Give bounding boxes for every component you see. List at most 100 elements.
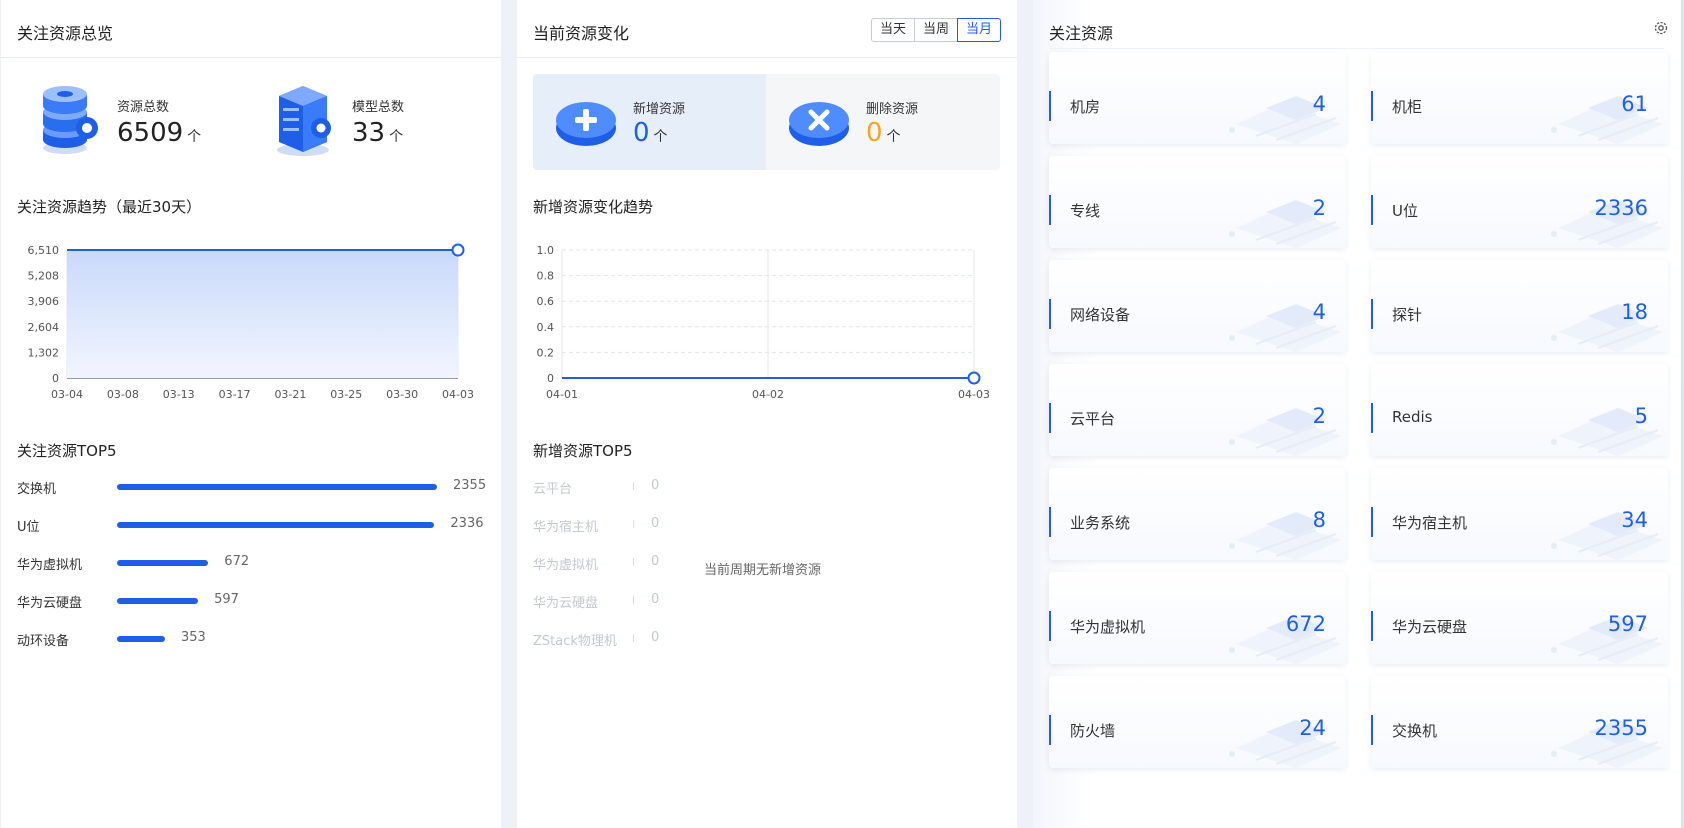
card-value: 4 — [1312, 92, 1326, 116]
focus-resource-card[interactable]: 业务系统 8 — [1049, 468, 1346, 560]
top5-row: U位 2336 — [17, 514, 487, 535]
top5-bar — [117, 636, 165, 642]
top5-value: 597 — [214, 592, 239, 607]
card-value: 5 — [1634, 404, 1648, 428]
decoration-graphic — [1229, 200, 1341, 248]
empty-top5-value: 0 — [651, 516, 660, 531]
trend-title: 关注资源趋势（最近30天） — [17, 198, 202, 216]
total-resources-value: 6509 个 — [117, 118, 202, 148]
gear-icon[interactable] — [1653, 20, 1669, 36]
empty-top5-row: ZStack物理机 0 — [533, 628, 683, 649]
divider — [1, 57, 501, 58]
empty-top5-value: 0 — [651, 554, 660, 569]
resource-trend-chart: 0 1,302 2,604 3,906 5,208 6,510 03-04 03-08 03-1… — [28, 243, 474, 401]
accent-bar — [1371, 715, 1373, 745]
top5-row: 华为云硬盘 597 — [17, 590, 487, 611]
accent-bar — [1049, 611, 1051, 641]
decoration-graphic — [1229, 512, 1341, 560]
focus-resources-panel: 关注资源 机房 4 机柜 61 专线 2 U位 2336 网络设备 4 探针 18 云平台 2 Redis 5… — [1033, 0, 1684, 828]
focus-resource-card[interactable]: 机柜 61 — [1371, 52, 1668, 144]
y-tick-label: 0 — [547, 372, 554, 385]
empty-top5-tick — [633, 634, 634, 642]
focus-resource-card[interactable]: 华为虚拟机 672 — [1049, 572, 1346, 664]
card-label: U位 — [1392, 202, 1418, 220]
top5-value: 672 — [224, 554, 250, 569]
period-day-button[interactable]: 当天 — [871, 18, 915, 42]
empty-top5-tick — [633, 482, 634, 490]
card-value: 24 — [1299, 716, 1326, 740]
empty-top5-name: 华为虚拟机 — [533, 558, 599, 573]
y-tick-label: 0.4 — [537, 321, 555, 334]
top5-bar — [117, 560, 209, 566]
focus-resource-card[interactable]: 交换机 2355 — [1371, 676, 1668, 768]
focus-resource-card[interactable]: U位 2336 — [1371, 156, 1668, 248]
focus-resource-card[interactable]: 华为云硬盘 597 — [1371, 572, 1668, 664]
total-models-label: 模型总数 — [352, 100, 405, 115]
focus-resource-card[interactable]: 华为宿主机 34 — [1371, 468, 1668, 560]
empty-top5-row: 华为宿主机 0 — [533, 514, 683, 535]
focus-resource-card[interactable]: 机房 4 — [1049, 52, 1346, 144]
plus-icon — [556, 102, 616, 146]
empty-top5-name: 华为云硬盘 — [533, 596, 599, 611]
resource-overview-panel: 关注资源总览 资源总数 6509 个 模型总数 33 个 关注资源趋势（最近30天） — [1, 0, 501, 828]
divider — [1049, 48, 1664, 49]
empty-top5-row: 云平台 0 — [533, 476, 683, 497]
x-tick-label: 03-25 — [330, 388, 362, 401]
accent-bar — [1371, 403, 1373, 433]
x-tick-label: 03-30 — [386, 388, 418, 401]
focus-resource-card[interactable]: Redis 5 — [1371, 364, 1668, 456]
deleted-value: 0个 — [866, 118, 901, 148]
total-resources-label: 资源总数 — [117, 100, 170, 115]
y-tick-label: 0.8 — [537, 270, 555, 283]
y-tick-label: 1.0 — [537, 244, 555, 257]
focus-resource-card[interactable]: 云平台 2 — [1049, 364, 1346, 456]
top5-value: 2336 — [450, 516, 484, 531]
decoration-graphic — [1229, 304, 1341, 352]
empty-top5-tick — [633, 520, 634, 528]
accent-bar — [1371, 91, 1373, 121]
deleted-label: 删除资源 — [866, 102, 919, 117]
added-top5-title: 新增资源TOP5 — [533, 442, 633, 460]
x-tick-label: 03-17 — [219, 388, 251, 401]
empty-top5-name: 云平台 — [533, 482, 573, 497]
decoration-graphic — [1551, 304, 1663, 352]
card-label: 防火墙 — [1070, 722, 1116, 740]
accent-bar — [1049, 195, 1051, 225]
divider — [517, 57, 1017, 58]
y-tick-label: 3,906 — [28, 295, 60, 308]
card-label: 业务系统 — [1070, 514, 1131, 532]
period-month-button[interactable]: 当月 — [957, 18, 1001, 42]
accent-bar — [1049, 715, 1051, 745]
card-value: 8 — [1312, 508, 1326, 532]
resource-change-panel: 当前资源变化 当天 当周 当月 新增资源 0个 删除资源 0个 新增资源变化趋势… — [517, 0, 1017, 828]
empty-state-text: 当前周期无新增资源 — [704, 563, 822, 578]
focus-resource-card[interactable]: 探针 18 — [1371, 260, 1668, 352]
data-point[interactable] — [967, 371, 981, 385]
card-label: 专线 — [1070, 202, 1101, 220]
focus-resource-card[interactable]: 专线 2 — [1049, 156, 1346, 248]
top5-value: 2355 — [453, 478, 487, 493]
panel-title: 关注资源 — [1049, 24, 1114, 43]
focus-resource-card[interactable]: 防火墙 24 — [1049, 676, 1346, 768]
deleted-resource-card: 删除资源 0个 — [766, 74, 1000, 170]
top5-name: 华为云硬盘 — [17, 596, 83, 611]
x-tick-label: 03-21 — [274, 388, 306, 401]
accent-bar — [1049, 403, 1051, 433]
period-week-button[interactable]: 当周 — [914, 18, 958, 42]
x-tick-label: 03-13 — [163, 388, 195, 401]
top5-title: 关注资源TOP5 — [17, 442, 117, 460]
top5-row: 交换机 2355 — [17, 476, 487, 497]
decoration-graphic — [1229, 96, 1341, 144]
empty-top5-row: 华为虚拟机 0 — [533, 552, 683, 573]
accent-bar — [1371, 195, 1373, 225]
decoration-graphic — [1229, 720, 1341, 768]
card-label: 探针 — [1392, 306, 1423, 324]
y-tick-label: 0 — [52, 372, 59, 385]
card-label: 网络设备 — [1070, 306, 1131, 324]
data-point[interactable] — [451, 243, 465, 257]
focus-resource-card[interactable]: 网络设备 4 — [1049, 260, 1346, 352]
decoration-graphic — [1551, 408, 1663, 456]
panel-title: 关注资源总览 — [17, 24, 114, 43]
y-tick-label: 2,604 — [28, 321, 60, 334]
card-value: 597 — [1607, 612, 1648, 636]
